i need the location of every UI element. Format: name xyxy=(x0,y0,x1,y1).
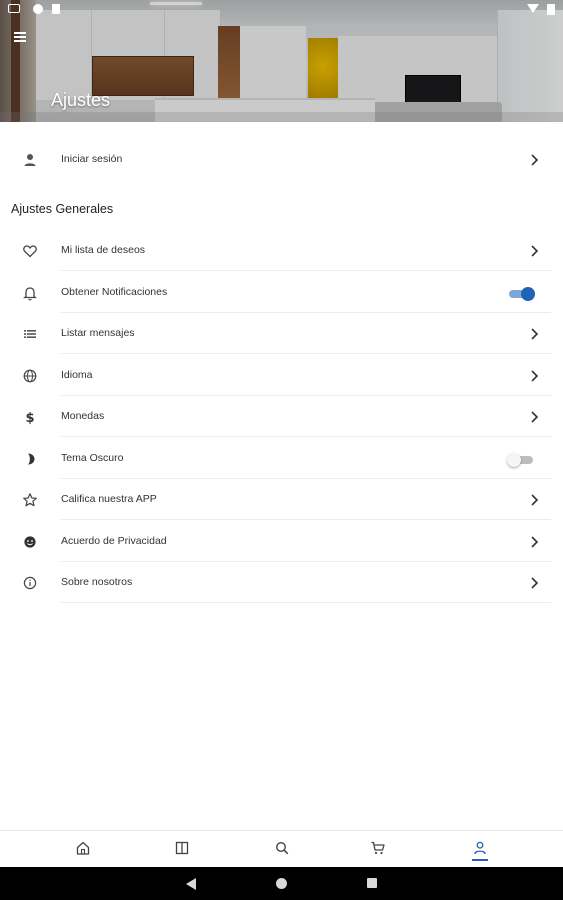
home-icon xyxy=(76,841,90,855)
settings-item-rate-app[interactable]: Califica nuestra APP xyxy=(0,479,563,520)
settings-item-privacy[interactable]: Acuerdo de Privacidad xyxy=(0,521,563,562)
divider xyxy=(61,436,551,437)
settings-item-wishlist[interactable]: Mi lista de deseos xyxy=(0,230,563,271)
settings-item-label: Listar mensajes xyxy=(61,327,135,339)
divider xyxy=(61,519,551,520)
settings-item-label: Obtener Notificaciones xyxy=(61,286,168,298)
divider xyxy=(61,270,551,271)
nav-home[interactable] xyxy=(75,840,91,858)
status-bar xyxy=(0,0,563,18)
settings-item-notifications: Obtener Notificaciones xyxy=(0,272,563,313)
back-icon[interactable] xyxy=(186,878,196,890)
divider xyxy=(61,353,551,354)
chevron-right-icon xyxy=(531,154,539,166)
cart-icon xyxy=(371,841,385,855)
settings-item-label: Monedas xyxy=(61,410,105,422)
settings-item-messages[interactable]: Listar mensajes xyxy=(0,313,563,354)
settings-item-label: Idioma xyxy=(61,369,93,381)
wifi-icon xyxy=(527,4,539,13)
nav-cart[interactable] xyxy=(370,840,386,858)
settings-item-currency[interactable]: $ Monedas xyxy=(0,396,563,437)
login-row[interactable]: Iniciar sesión xyxy=(0,139,563,180)
settings-item-label: Acuerdo de Privacidad xyxy=(61,535,167,547)
recent-apps-icon[interactable] xyxy=(367,878,377,888)
page-title: Ajustes xyxy=(51,90,111,110)
settings-item-label: Sobre nosotros xyxy=(61,576,133,588)
active-tab-indicator xyxy=(472,859,488,861)
dark-theme-toggle[interactable] xyxy=(507,453,535,467)
notifications-toggle[interactable] xyxy=(507,287,535,301)
privacy-icon xyxy=(24,536,36,548)
settings-item-label: Tema Oscuro xyxy=(61,452,124,464)
settings-item-about[interactable]: Sobre nosotros xyxy=(0,562,563,603)
nav-search[interactable] xyxy=(274,840,290,858)
globe-icon xyxy=(23,369,37,383)
chevron-right-icon xyxy=(531,328,539,340)
profile-icon xyxy=(474,841,486,855)
star-icon xyxy=(23,493,37,507)
home-button-icon[interactable] xyxy=(276,878,287,889)
battery-icon xyxy=(547,4,555,15)
settings-item-label: Mi lista de deseos xyxy=(61,244,146,256)
chevron-right-icon xyxy=(531,411,539,423)
system-navigation-bar xyxy=(0,867,563,900)
heart-icon xyxy=(23,245,37,258)
list-icon xyxy=(24,330,36,338)
nav-profile[interactable] xyxy=(472,840,488,861)
person-icon xyxy=(24,154,36,166)
settings-item-language[interactable]: Idioma xyxy=(0,355,563,396)
bell-icon xyxy=(23,287,37,301)
login-label: Iniciar sesión xyxy=(61,153,123,165)
bottom-navigation xyxy=(0,830,563,867)
sync-icon xyxy=(33,4,43,14)
moon-icon xyxy=(28,453,35,465)
settings-item-label: Califica nuestra APP xyxy=(61,493,157,505)
chevron-right-icon xyxy=(531,494,539,506)
sim-icon xyxy=(52,4,60,14)
search-icon xyxy=(275,841,289,855)
dollar-icon: $ xyxy=(25,411,34,425)
chevron-right-icon xyxy=(531,370,539,382)
divider xyxy=(61,602,551,603)
menu-icon[interactable] xyxy=(14,32,26,42)
chevron-right-icon xyxy=(531,577,539,589)
nav-catalog[interactable] xyxy=(174,840,190,858)
catalog-icon xyxy=(175,841,189,855)
chevron-right-icon xyxy=(531,536,539,548)
chevron-right-icon xyxy=(531,245,539,257)
settings-item-dark-theme: Tema Oscuro xyxy=(0,438,563,479)
section-title: Ajustes Generales xyxy=(11,202,114,216)
info-icon xyxy=(23,576,37,590)
notification-icon xyxy=(8,4,20,13)
svg-text:$: $ xyxy=(25,411,34,425)
